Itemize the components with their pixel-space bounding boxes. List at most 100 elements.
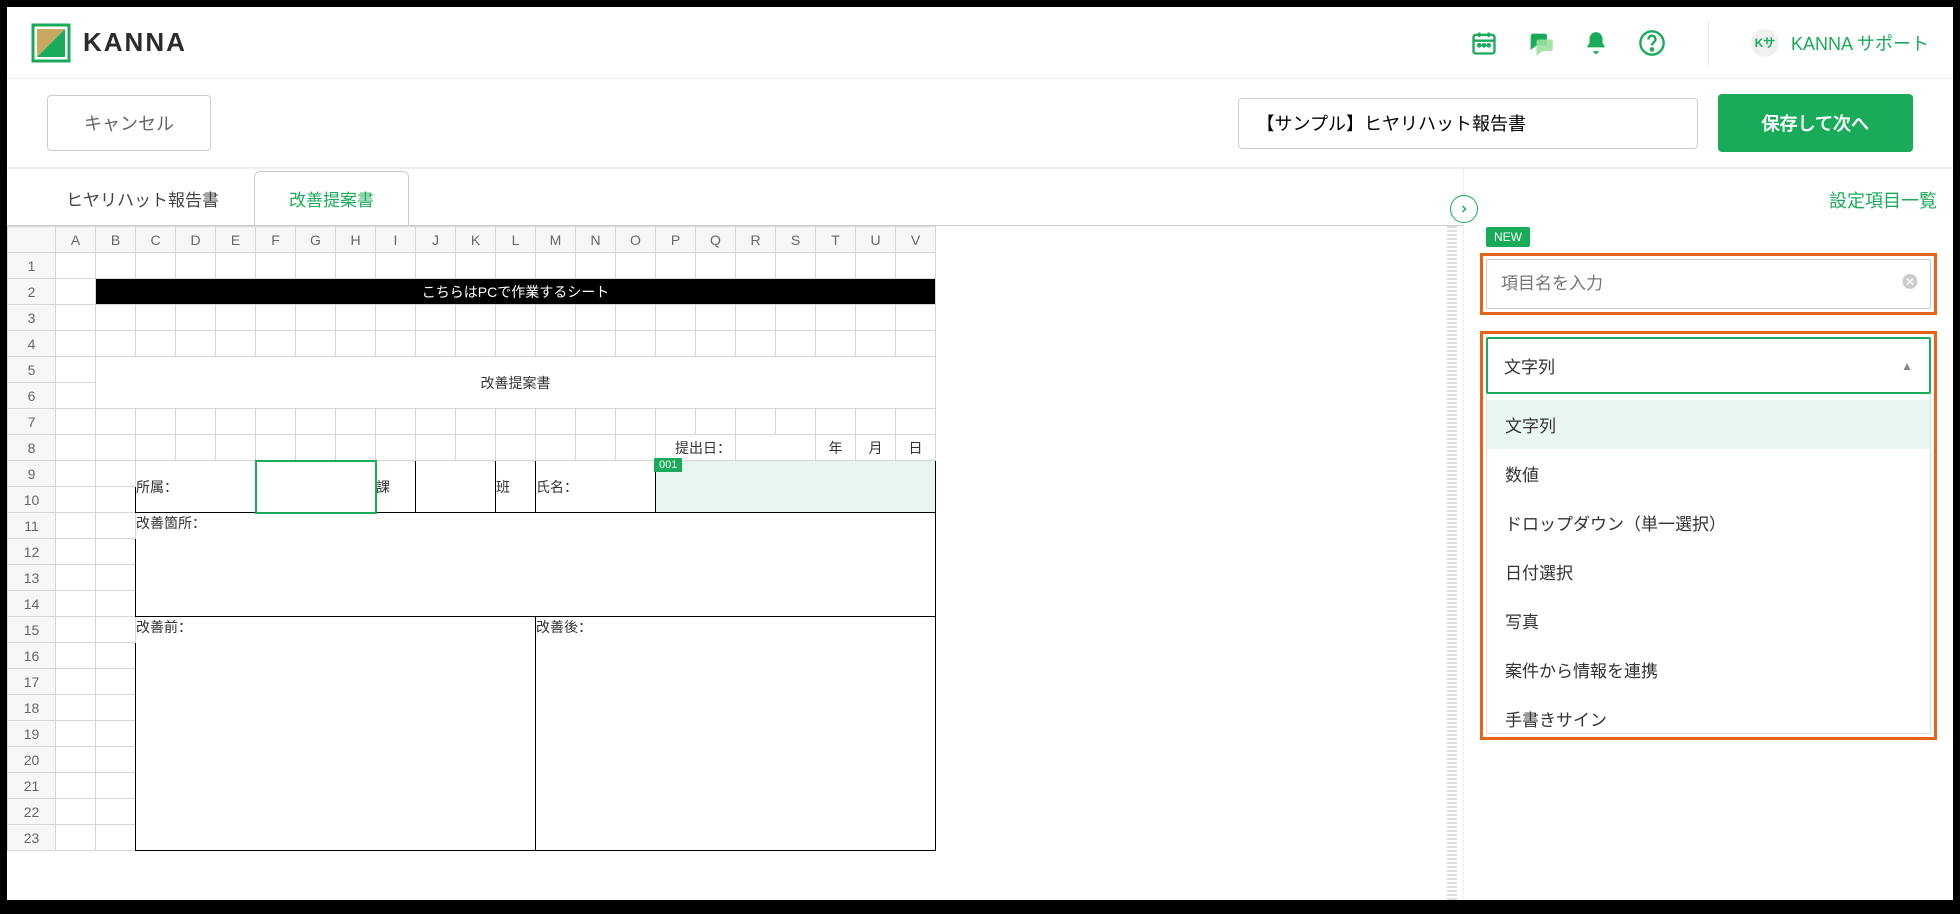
clear-input-icon[interactable] [1901,273,1919,296]
cell[interactable] [696,305,736,331]
cell[interactable] [296,331,336,357]
spreadsheet[interactable]: ABCDEFGHIJKLMNOPQRSTUV 12こちらはPCで作業するシート3… [7,225,1463,900]
cell[interactable] [576,409,616,435]
cell[interactable] [736,331,776,357]
cell[interactable] [856,305,896,331]
row-header[interactable]: 17 [8,669,56,695]
row-header[interactable]: 2 [8,279,56,305]
cell[interactable] [856,409,896,435]
after-cell[interactable]: 改善後： [536,617,936,851]
cell[interactable] [96,331,136,357]
field-name-input[interactable] [1486,259,1931,309]
help-icon[interactable] [1638,29,1666,57]
section-value[interactable] [416,461,496,513]
cell[interactable] [56,253,96,279]
col-header[interactable]: H [336,227,376,253]
selected-cell[interactable] [256,461,376,513]
cell[interactable] [296,253,336,279]
row-header[interactable]: 19 [8,721,56,747]
col-header[interactable]: P [656,227,696,253]
cell[interactable] [576,253,616,279]
cell[interactable] [816,409,856,435]
row-header[interactable]: 12 [8,539,56,565]
cell[interactable] [736,409,776,435]
cell[interactable] [616,331,656,357]
field-type-select[interactable]: 文字列 ▲ [1486,337,1931,394]
row-header[interactable]: 1 [8,253,56,279]
tab-kaizen[interactable]: 改善提案書 [254,171,409,225]
col-header[interactable]: E [216,227,256,253]
row-header[interactable]: 8 [8,435,56,461]
cell[interactable] [656,253,696,279]
collapse-panel-button[interactable] [1450,195,1478,223]
cell[interactable] [136,305,176,331]
cell[interactable] [216,253,256,279]
cell[interactable] [136,409,176,435]
user-menu[interactable]: Kサ KANNA サポート [1751,29,1929,57]
col-header[interactable]: F [256,227,296,253]
cell[interactable] [896,331,936,357]
cell[interactable] [496,331,536,357]
cell[interactable] [96,305,136,331]
field-type-option[interactable]: 数値 [1487,449,1930,498]
col-header[interactable]: I [376,227,416,253]
cell[interactable] [376,305,416,331]
row-header[interactable]: 22 [8,799,56,825]
cell[interactable] [336,331,376,357]
cell[interactable] [656,409,696,435]
cell[interactable] [816,305,856,331]
cell[interactable] [336,253,376,279]
col-header[interactable]: T [816,227,856,253]
cell[interactable] [296,409,336,435]
row-header[interactable]: 16 [8,643,56,669]
cell[interactable] [216,409,256,435]
cell[interactable] [176,331,216,357]
row-header[interactable]: 18 [8,695,56,721]
row-header[interactable]: 21 [8,773,56,799]
cell[interactable] [816,331,856,357]
row-header[interactable]: 5 [8,357,56,383]
cell[interactable] [736,305,776,331]
cell[interactable] [56,409,96,435]
col-header[interactable]: A [56,227,96,253]
cell[interactable] [896,253,936,279]
col-header[interactable]: V [896,227,936,253]
cell[interactable] [416,305,456,331]
cell[interactable] [296,305,336,331]
col-header[interactable]: N [576,227,616,253]
cell[interactable] [496,409,536,435]
col-header[interactable]: C [136,227,176,253]
cell[interactable] [256,253,296,279]
col-header[interactable]: J [416,227,456,253]
cell[interactable] [136,253,176,279]
save-next-button[interactable]: 保存して次へ [1718,94,1913,152]
cancel-button[interactable]: キャンセル [47,95,211,151]
cell[interactable] [256,409,296,435]
before-cell[interactable]: 改善前： [136,617,536,851]
vertical-scrollbar[interactable] [1447,226,1457,900]
row-header[interactable]: 6 [8,383,56,409]
cell[interactable] [696,331,736,357]
cell[interactable] [496,253,536,279]
col-header[interactable]: S [776,227,816,253]
cell[interactable] [536,331,576,357]
cell[interactable] [536,305,576,331]
row-header[interactable]: 11 [8,513,56,539]
col-header[interactable]: U [856,227,896,253]
improvement-point-cell[interactable]: 改善箇所： [136,513,936,617]
cell[interactable] [536,253,576,279]
cell[interactable] [416,253,456,279]
chat-icon[interactable] [1526,29,1554,57]
cell[interactable] [776,253,816,279]
cell[interactable] [816,253,856,279]
cell[interactable] [336,409,376,435]
cell[interactable] [376,409,416,435]
cell[interactable] [176,253,216,279]
cell[interactable] [376,253,416,279]
row-header[interactable]: 4 [8,331,56,357]
field-type-option[interactable]: 文字列 [1487,400,1930,449]
document-title-input[interactable] [1238,98,1698,149]
cell[interactable] [696,253,736,279]
cell[interactable] [536,409,576,435]
row-header[interactable]: 7 [8,409,56,435]
